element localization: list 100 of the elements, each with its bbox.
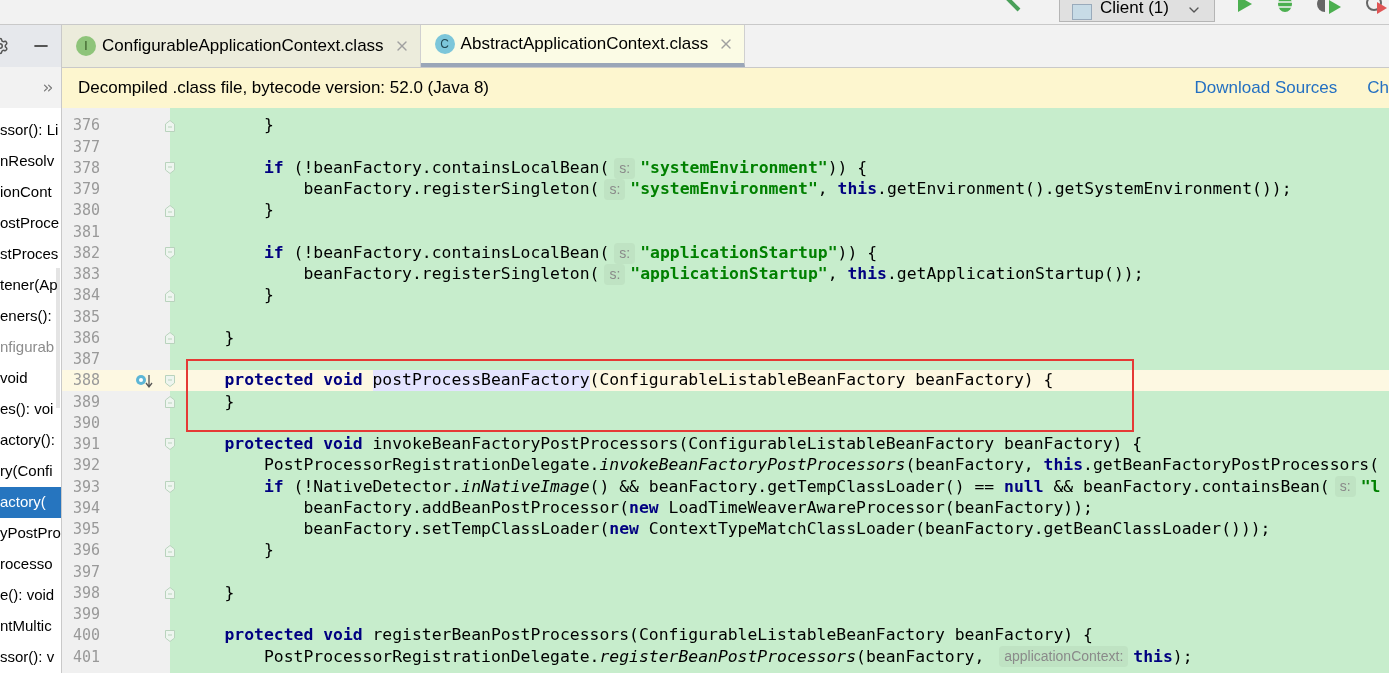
code-keyword: protected void — [223, 625, 364, 647]
code-keyword: if — [262, 157, 284, 179]
code-keyword: protected void — [223, 433, 364, 455]
line-number: 384 — [71, 285, 100, 307]
structure-item[interactable]: eners(): — [0, 301, 61, 332]
tab-label: ConfigurableApplicationContext.class — [102, 35, 384, 58]
line-number: 386 — [71, 327, 100, 349]
tab-label: AbstractApplicationContext.class — [460, 33, 709, 56]
scrollbar-thumb[interactable] — [56, 268, 60, 408]
line-number: 401 — [71, 646, 100, 668]
line-number: 394 — [71, 497, 100, 519]
fold-marker-icon[interactable] — [165, 247, 175, 260]
structure-item[interactable]: nResolv — [0, 146, 61, 177]
line-number: 396 — [71, 540, 100, 562]
line-number: 383 — [71, 264, 100, 286]
line-number: 378 — [71, 157, 100, 179]
code-text: ContextTypeMatchClassLoader(beanFactory.getBeanClassLoader())); — [647, 518, 1271, 540]
code-text: .getApplicationStartup()); — [886, 263, 1144, 285]
structure-item[interactable]: ssor(): Li — [0, 115, 61, 146]
file-type-badge: I — [76, 36, 96, 56]
fold-marker-icon[interactable] — [165, 544, 175, 557]
code-text: beanFactory.registerSingleton( — [302, 263, 600, 285]
code-text: beanFactory.registerSingleton( — [302, 178, 600, 200]
parameter-hint: s: — [614, 242, 636, 264]
code-string: "l — [1360, 476, 1381, 498]
structure-item[interactable]: actory(): — [0, 425, 61, 456]
code-text: PostProcessorRegistrationDelegate. — [262, 455, 600, 477]
fold-marker-icon[interactable] — [165, 480, 175, 493]
structure-item[interactable]: actory( — [0, 487, 61, 518]
run-configuration-dropdown[interactable]: Client (1) — [1059, 0, 1215, 22]
structure-item[interactable]: tener(Ap — [0, 270, 61, 301]
banner-link[interactable]: Download Sources — [1194, 75, 1338, 101]
line-number: 379 — [71, 179, 100, 201]
banner-link[interactable]: Ch — [1367, 75, 1389, 101]
code-text: PostProcessorRegistrationDelegate. — [262, 646, 600, 668]
fold-marker-icon[interactable] — [165, 204, 175, 217]
structure-item[interactable]: ostProce — [0, 208, 61, 239]
code-text: (!beanFactory.containsLocalBean( — [292, 157, 610, 179]
structure-item[interactable]: yPostPro — [0, 518, 61, 549]
code-text: } — [223, 391, 235, 413]
code-keyword: if — [262, 242, 284, 264]
line-number: 395 — [71, 519, 100, 541]
code-string: "applicationStartup" — [630, 263, 828, 285]
fold-marker-icon[interactable] — [165, 629, 175, 642]
configuration-icon — [1072, 4, 1092, 20]
parameter-hint: s: — [614, 157, 636, 179]
code-text: , — [817, 178, 829, 200]
line-number: 390 — [71, 412, 100, 434]
line-number: 391 — [71, 434, 100, 456]
fold-marker-icon[interactable] — [165, 119, 175, 132]
line-number: 381 — [71, 221, 100, 243]
line-number: 392 — [71, 455, 100, 477]
line-number: 385 — [71, 306, 100, 328]
fold-marker-icon[interactable] — [165, 395, 175, 408]
structure-item[interactable]: rocesso — [0, 549, 61, 580]
code-text: () && beanFactory.getTempClassLoader() == — [589, 476, 996, 498]
run-icon[interactable] — [1237, 0, 1253, 12]
code-text: ); — [1172, 646, 1193, 668]
code-string: "systemEnvironment" — [640, 157, 828, 179]
line-number: 387 — [71, 349, 100, 371]
structure-item[interactable]: ssor(): v — [0, 642, 61, 673]
structure-item[interactable]: ntMultic — [0, 611, 61, 642]
code-text: registerBeanPostProcessors(ConfigurableListableBeanFactory beanFactory) { — [372, 625, 1093, 647]
code-text: } — [223, 327, 235, 349]
fold-marker-icon[interactable] — [165, 162, 175, 175]
line-number: 389 — [71, 391, 100, 413]
editor-tab[interactable]: C AbstractApplicationContext.class — [420, 25, 746, 67]
line-number: 376 — [71, 115, 100, 137]
code-text: )) { — [837, 242, 878, 264]
structure-item[interactable]: ry(Confi — [0, 456, 61, 487]
bug-icon[interactable] — [1275, 0, 1295, 12]
fold-marker-icon[interactable] — [165, 289, 175, 302]
line-number: 400 — [71, 625, 100, 647]
line-number: 397 — [71, 561, 100, 583]
code-text: } — [262, 540, 274, 562]
line-number: 382 — [71, 242, 100, 264]
file-type-badge: C — [434, 34, 455, 54]
structure-item[interactable]: stProces — [0, 239, 61, 270]
fold-marker-icon[interactable] — [165, 332, 175, 345]
code-text: } — [262, 285, 274, 307]
code-text: (ConfigurableListableBeanFactory beanFactory) { — [589, 370, 1054, 392]
fold-marker-icon[interactable] — [165, 374, 175, 387]
code-text: beanFactory.setTempClassLoader( — [302, 518, 610, 540]
structure-item[interactable]: ionCont — [0, 177, 61, 208]
code-text: .getEnvironment().getSystemEnvironment()); — [877, 178, 1292, 200]
coverage-run-icon[interactable] — [1317, 0, 1343, 14]
parameter-hint: applicationContext: — [999, 646, 1129, 668]
editor-tab[interactable]: I ConfigurableApplicationContext.class — [62, 25, 421, 67]
code-text: && beanFactory.containsBean( — [1052, 476, 1330, 498]
fold-marker-icon[interactable] — [165, 438, 175, 451]
structure-item[interactable]: void — [0, 363, 61, 394]
fold-marker-icon[interactable] — [165, 587, 175, 600]
code-keyword: new — [629, 497, 659, 519]
structure-item[interactable]: es(): voi — [0, 394, 61, 425]
implements-method-icon[interactable] — [135, 372, 155, 389]
profiler-icon[interactable] — [1365, 0, 1387, 14]
code-string: "systemEnvironment" — [630, 178, 818, 200]
code-text: invokeBeanFactoryPostProcessors(ConfigurableListableBeanFactory beanFactory) { — [372, 433, 1143, 455]
code-string: "applicationStartup" — [640, 242, 838, 264]
structure-item[interactable]: e(): void — [0, 580, 61, 611]
